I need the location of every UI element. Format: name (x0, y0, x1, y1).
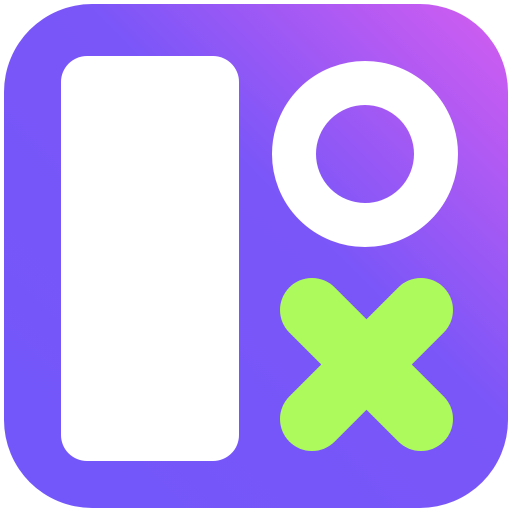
app-icon[interactable] (0, 0, 512, 512)
cross-x-icon (280, 278, 453, 451)
app-icon-graphic (4, 4, 508, 508)
panel-icon (61, 56, 239, 461)
